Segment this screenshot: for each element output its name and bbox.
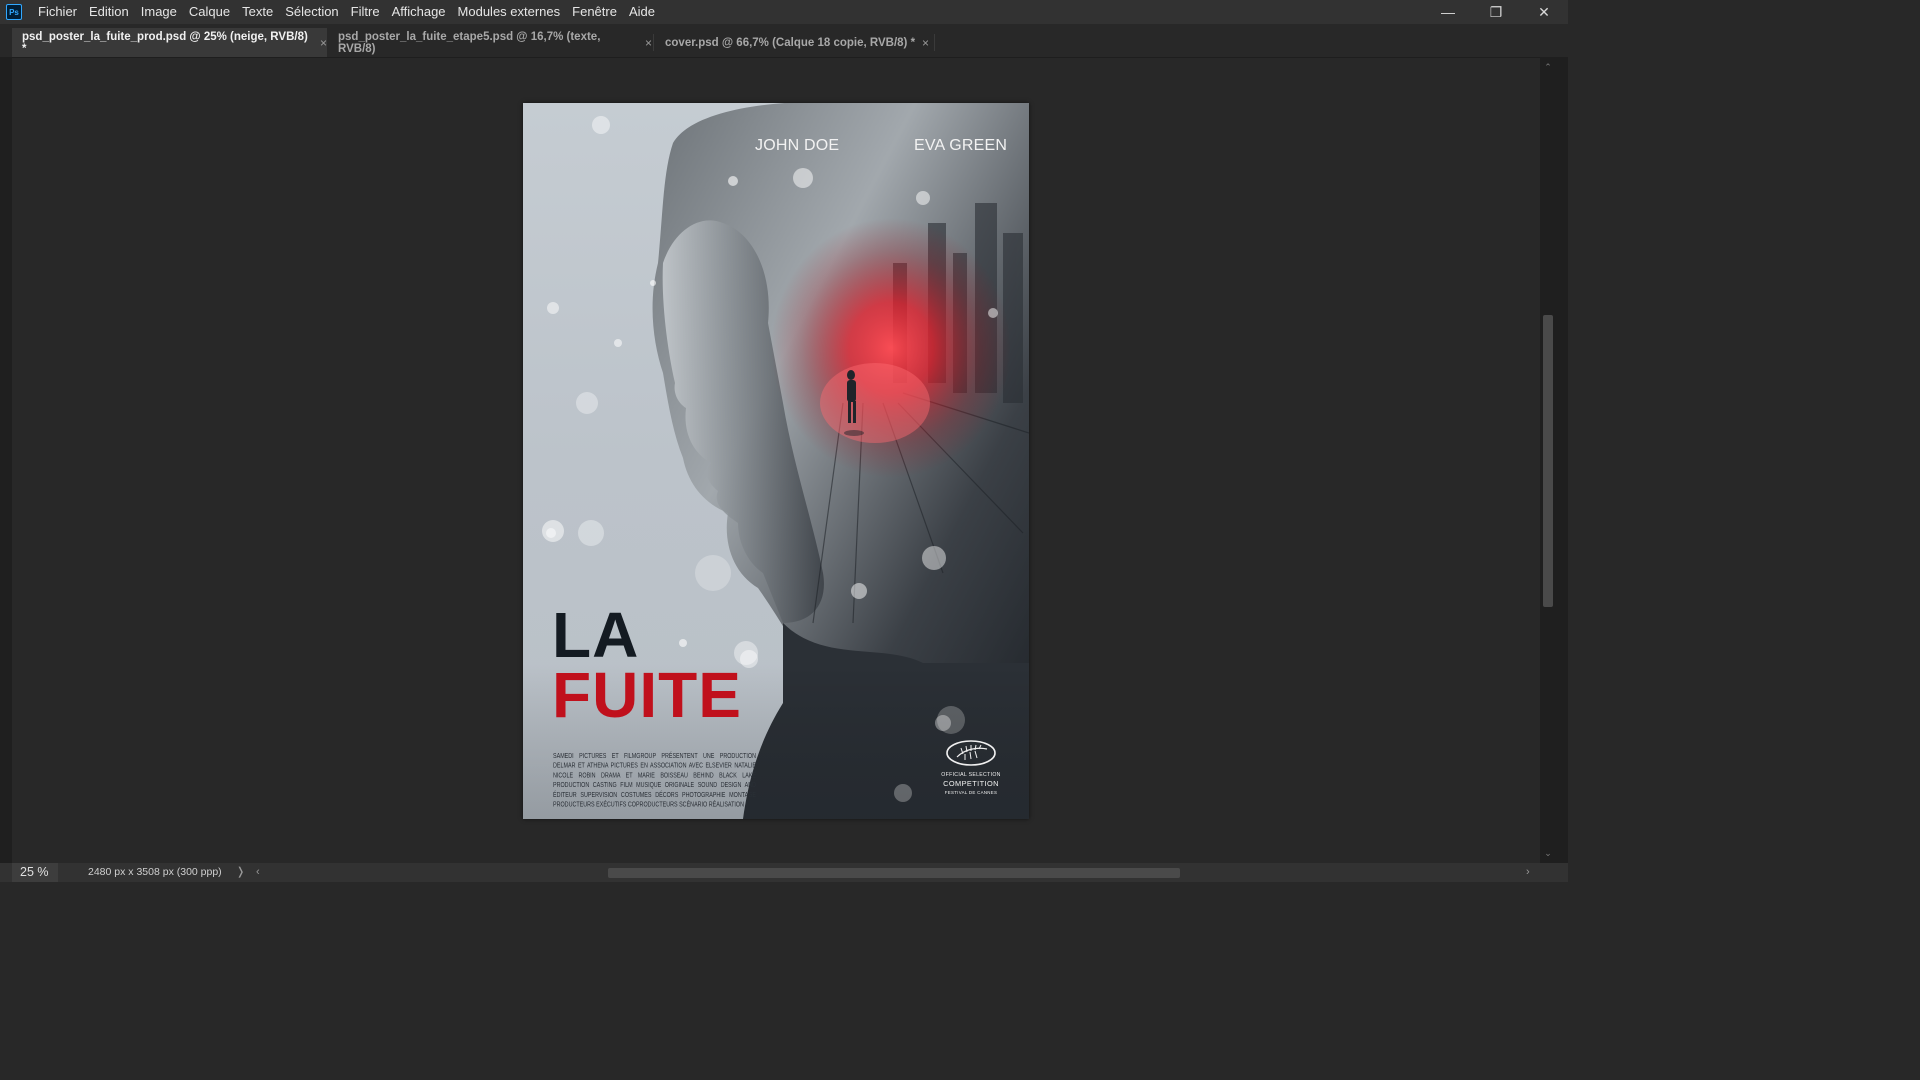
- close-tab-icon[interactable]: ×: [922, 36, 929, 50]
- document-info: 2480 px x 3508 px (300 ppp): [88, 866, 222, 878]
- tab-divider: [653, 34, 654, 51]
- tab-label: psd_poster_la_fuite_prod.psd @ 25% (neig…: [22, 30, 308, 55]
- left-panel-gutter: [0, 57, 12, 863]
- menu-affichage[interactable]: Affichage: [386, 0, 452, 24]
- menu-edition[interactable]: Edition: [83, 0, 135, 24]
- cannes-badge: OFFICIAL SELECTION COMPETITION FESTIVAL …: [935, 739, 1007, 795]
- restore-button[interactable]: ❐: [1472, 0, 1520, 24]
- status-bar: 25 % 2480 px x 3508 px (300 ppp) ❭ ‹ ›: [0, 863, 1568, 882]
- scroll-right-icon[interactable]: ›: [1526, 863, 1530, 882]
- window-controls: — ❐ ✕: [1424, 0, 1568, 24]
- badge-line-2: COMPETITION: [943, 779, 999, 788]
- scroll-up-icon[interactable]: ⌃: [1543, 62, 1553, 73]
- poster-title-line-2: FUITE: [552, 659, 742, 731]
- tab-la-fuite-prod[interactable]: psd_poster_la_fuite_prod.psd @ 25% (neig…: [12, 28, 327, 57]
- horizontal-scrollbar-thumb[interactable]: [608, 868, 1180, 878]
- poster-title-line-1: LA: [552, 599, 640, 671]
- minimize-button[interactable]: —: [1424, 0, 1472, 24]
- poster-actor-1: JOHN DOE: [755, 137, 840, 154]
- menu-fenetre[interactable]: Fenêtre: [566, 0, 623, 24]
- tab-label: cover.psd @ 66,7% (Calque 18 copie, RVB/…: [665, 36, 916, 49]
- scroll-down-icon[interactable]: ⌄: [1543, 848, 1553, 859]
- tab-la-fuite-etape5[interactable]: psd_poster_la_fuite_etape5.psd @ 16,7% (…: [328, 28, 652, 57]
- menu-aide[interactable]: Aide: [623, 0, 661, 24]
- photoshop-logo-icon[interactable]: Ps: [6, 4, 22, 20]
- menu-image[interactable]: Image: [135, 0, 183, 24]
- palme-logo-icon: [946, 740, 996, 766]
- tab-cover[interactable]: cover.psd @ 66,7% (Calque 18 copie, RVB/…: [655, 28, 935, 57]
- tab-label: psd_poster_la_fuite_etape5.psd @ 16,7% (…: [338, 30, 601, 55]
- menu-calque[interactable]: Calque: [183, 0, 236, 24]
- menu-modules-externes[interactable]: Modules externes: [452, 0, 567, 24]
- close-tab-icon[interactable]: ×: [645, 36, 652, 50]
- close-tab-icon[interactable]: ×: [320, 36, 327, 50]
- menu-selection[interactable]: Sélection: [279, 0, 344, 24]
- menu-texte[interactable]: Texte: [236, 0, 279, 24]
- badge-line-3: FESTIVAL DE CANNES: [944, 790, 998, 795]
- menu-filtre[interactable]: Filtre: [345, 0, 386, 24]
- zoom-level-field[interactable]: 25 %: [12, 863, 58, 882]
- poster-actor-2: EVA GREEN: [914, 137, 1008, 154]
- badge-line-1: OFFICIAL SELECTION: [941, 772, 1001, 778]
- scroll-left-icon[interactable]: ‹: [256, 863, 260, 882]
- menu-fichier[interactable]: Fichier: [32, 0, 83, 24]
- vertical-scrollbar-thumb[interactable]: [1543, 315, 1553, 607]
- tab-divider: [934, 34, 935, 51]
- poster-credits-block: SAMEDI PICTURES ET FILMGROUP PRÉSENTENT …: [553, 753, 756, 809]
- menu-bar: Ps Fichier Edition Image Calque Texte Sé…: [0, 0, 1568, 24]
- poster-document[interactable]: JOHN DOE EVA GREEN LA FUITE SAMEDI PICTU…: [523, 103, 1029, 819]
- doc-info-menu-arrow-icon[interactable]: ❭: [236, 863, 245, 882]
- document-tab-bar: psd_poster_la_fuite_prod.psd @ 25% (neig…: [0, 28, 1568, 58]
- close-window-button[interactable]: ✕: [1520, 0, 1568, 24]
